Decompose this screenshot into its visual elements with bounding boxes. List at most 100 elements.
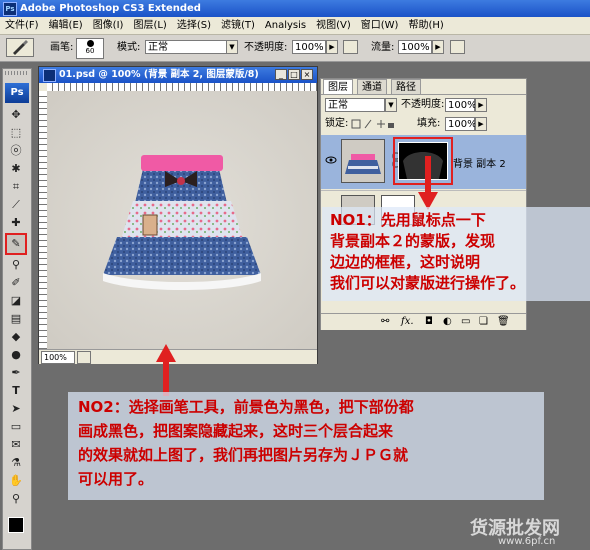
note1-line-3: 边边的框框，这时说明 (330, 253, 481, 271)
eye-icon[interactable] (325, 155, 337, 165)
layer-blend-mode-select[interactable]: 正常 (325, 98, 385, 112)
menu-filter[interactable]: 滤镜(T) (216, 17, 260, 34)
arrow-up-icon (156, 344, 176, 396)
note2-line-1: NO2：选择画笔工具，前景色为黑色，把下部份都 (78, 398, 414, 416)
link-layers-icon[interactable]: ⚯ (381, 316, 389, 327)
eyedropper-tool-icon[interactable]: ⚗ (7, 455, 25, 471)
watermark-url: www.6pf.cn (498, 536, 556, 547)
menu-bar: 文件(F) 编辑(E) 图像(I) 图层(L) 选择(S) 滤镜(T) Analysis 视图… (0, 17, 590, 35)
brush-tip-icon (86, 40, 94, 47)
type-tool-icon[interactable]: T (7, 383, 25, 399)
magic-wand-tool-icon[interactable]: ✱ (7, 161, 25, 177)
marquee-tool-icon[interactable]: ⬚ (7, 125, 25, 141)
skirt-image (103, 155, 261, 290)
opacity-label: 不透明度: (244, 42, 288, 53)
close-icon[interactable]: × (301, 69, 313, 80)
menu-edit[interactable]: 编辑(E) (44, 17, 88, 34)
note1-line-1: NO1：先用鼠标点一下 (330, 211, 486, 229)
healing-brush-tool-icon[interactable]: ✚ (7, 215, 25, 231)
note2-line-3: 的效果就如上图了，我们再把图片另存为ＪＰＧ就 (78, 446, 409, 464)
menu-window[interactable]: 窗口(W) (356, 17, 404, 34)
move-tool-icon[interactable]: ✥ (7, 107, 25, 123)
menu-file[interactable]: 文件(F) (0, 17, 44, 34)
layer-fill-input[interactable]: 100% (445, 117, 477, 131)
brush-icon (13, 40, 28, 55)
lasso-tool-icon[interactable]: ⓞ (7, 143, 25, 159)
flow-input[interactable]: 100% (398, 40, 432, 54)
path-selection-tool-icon[interactable]: ➤ (7, 401, 25, 417)
trash-icon[interactable]: 🗑 (497, 316, 510, 327)
menu-layer[interactable]: 图层(L) (128, 17, 171, 34)
adjustment-layer-icon[interactable]: ◐ (443, 316, 452, 327)
slice-tool-icon[interactable]: ⟋ (7, 197, 25, 213)
chevron-down-icon[interactable]: ▼ (226, 40, 238, 54)
menu-image[interactable]: 图像(I) (88, 17, 129, 34)
foreground-color-swatch[interactable] (8, 517, 24, 533)
layer-opacity-input[interactable]: 100% (445, 98, 477, 112)
document-window: 01.psd @ 100% (背景 副本 2, 图层蒙版/8) _ □ × 10… (38, 66, 318, 364)
fx-icon[interactable]: fx. (401, 316, 414, 327)
layer-name[interactable]: 背景 副本 2 (453, 155, 506, 170)
tab-paths[interactable]: 路径 (391, 79, 421, 95)
brush-label: 画笔: (50, 42, 74, 53)
photoshop-logo[interactable]: Ps (5, 83, 29, 103)
maximize-icon[interactable]: □ (288, 69, 300, 80)
opacity-input[interactable]: 100% (292, 40, 326, 54)
note2-line-4: 可以用了。 (78, 470, 154, 488)
brush-size: 60 (85, 47, 95, 55)
layer-opacity-arrow-icon[interactable]: ▶ (475, 98, 487, 112)
airbrush-button[interactable] (343, 40, 358, 54)
blur-tool-icon[interactable]: ◆ (7, 329, 25, 345)
add-mask-icon[interactable]: ◘ (425, 316, 433, 327)
hand-tool-icon[interactable]: ✋ (7, 473, 25, 489)
layer-thumbnail[interactable] (341, 139, 385, 183)
note1-line-4: 我们可以对蒙版进行操作了。 (330, 274, 526, 292)
history-brush-tool-icon[interactable]: ✐ (7, 275, 25, 291)
app-title-bar: Ps Adobe Photoshop CS3 Extended (0, 0, 590, 17)
new-layer-icon[interactable]: ❏ (479, 316, 488, 327)
tool-preset-picker[interactable] (6, 38, 34, 57)
pen-tool-icon[interactable]: ✒ (7, 365, 25, 381)
lock-label: 锁定: (325, 118, 349, 129)
menu-analysis[interactable]: Analysis (260, 17, 311, 34)
options-bar: 画笔: 60 模式: 正常 ▼ 不透明度: 100% ▶ 流量: 100% ▶ (0, 35, 590, 62)
arrow-down-icon (418, 156, 438, 210)
brush-tool-icon[interactable]: ✎ (5, 233, 27, 255)
crop-tool-icon[interactable]: ⌗ (7, 179, 25, 195)
menu-view[interactable]: 视图(V) (311, 17, 356, 34)
menu-help[interactable]: 帮助(H) (403, 17, 448, 34)
chevron-down-icon[interactable]: ▼ (385, 98, 397, 112)
airbrush-toggle-icon[interactable] (450, 40, 465, 54)
ruler-vertical (39, 91, 47, 349)
document-title: 01.psd @ 100% (背景 副本 2, 图层蒙版/8) (59, 69, 259, 80)
tab-divider (321, 94, 526, 95)
layer-fill-arrow-icon[interactable]: ▶ (475, 117, 487, 131)
app-title: Adobe Photoshop CS3 Extended (20, 3, 201, 14)
menu-select[interactable]: 选择(S) (172, 17, 216, 34)
clone-stamp-tool-icon[interactable]: ⚲ (7, 257, 25, 273)
zoom-tool-icon[interactable]: ⚲ (7, 491, 25, 507)
opacity-slider-arrow-icon[interactable]: ▶ (326, 40, 338, 54)
brush-preset-picker[interactable]: 60 (76, 38, 104, 59)
dodge-tool-icon[interactable]: ● (7, 347, 25, 363)
flow-slider-arrow-icon[interactable]: ▶ (432, 40, 444, 54)
fill-label: 填充: (417, 118, 441, 129)
status-menu-icon[interactable] (77, 351, 91, 364)
shape-tool-icon[interactable]: ▭ (7, 419, 25, 435)
layer-opacity-label: 不透明度: (401, 99, 445, 110)
toolbox: Ps ✥ ⬚ ⓞ ✱ ⌗ ⟋ ✚ ✎ ⚲ ✐ ◪ ▤ ◆ ● ✒ T ➤ ▭ ✉… (2, 68, 32, 550)
note1-line-2: 背景副本２的蒙版，发现 (330, 232, 496, 250)
minimize-icon[interactable]: _ (275, 69, 287, 80)
zoom-level-field[interactable]: 100% (41, 351, 75, 364)
folder-icon[interactable]: ▭ (461, 316, 470, 327)
notes-tool-icon[interactable]: ✉ (7, 437, 25, 453)
mode-select[interactable]: 正常 (145, 40, 235, 54)
gradient-tool-icon[interactable]: ▤ (7, 311, 25, 327)
tab-layers[interactable]: 图层 (323, 79, 353, 95)
note2-line-2: 画成黑色，把图案隐藏起来，这时三个层合起来 (78, 422, 394, 440)
tab-channels[interactable]: 通道 (357, 79, 387, 95)
document-canvas[interactable] (47, 91, 317, 349)
lock-options-icon[interactable] (351, 119, 395, 129)
eraser-tool-icon[interactable]: ◪ (7, 293, 25, 309)
toolbox-grip[interactable] (5, 71, 29, 75)
